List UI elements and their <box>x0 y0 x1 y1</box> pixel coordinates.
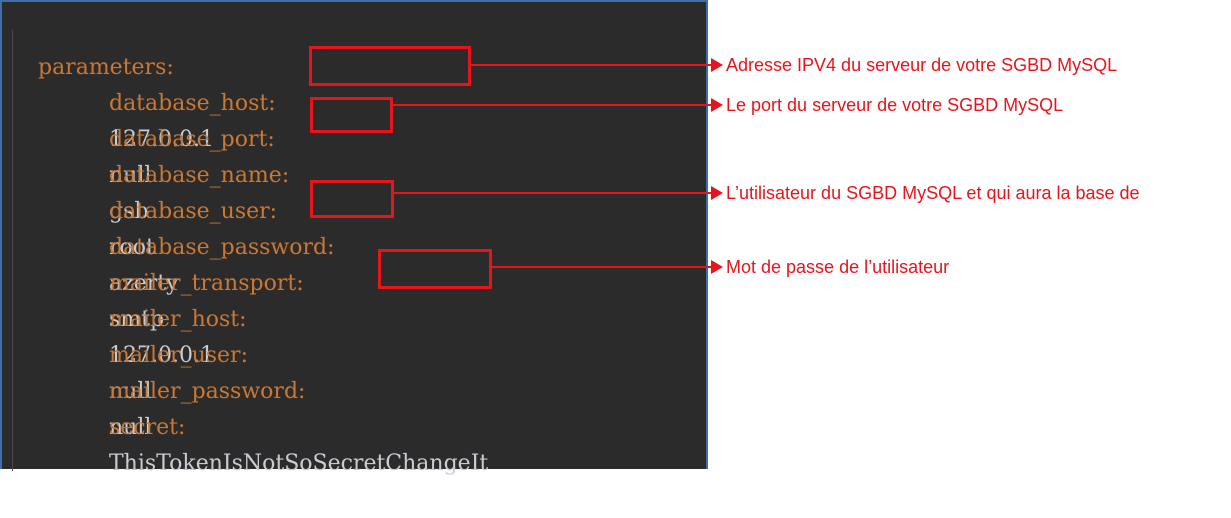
highlight-box-port <box>310 97 393 133</box>
arrow-right-icon <box>711 98 723 112</box>
annotation-password: Mot de passe de l’utilisateur <box>726 257 950 277</box>
code-line-database-user: database_user: root <box>81 158 277 260</box>
highlight-box-password <box>378 249 492 289</box>
code-line-secret: secret: ThisTokenIsNotSoSecretChangeIt <box>81 374 488 476</box>
callout-line-user <box>394 192 711 194</box>
arrow-right-icon <box>711 260 723 274</box>
annotation-host: Adresse IPV4 du serveur de votre SGBD My… <box>726 55 1118 75</box>
code-line-database-host: database_host: 127.0.0.1 <box>81 50 276 152</box>
annotation-port: Le port du serveur de votre SGBD MySQL <box>726 95 1064 115</box>
highlight-box-host <box>309 46 471 86</box>
code-line-database-name: database_name: gsb <box>81 122 289 224</box>
callout-line-password <box>492 266 711 268</box>
arrow-right-icon <box>711 186 723 200</box>
code-line-database-port: database_port: null <box>81 86 275 188</box>
code-line-mailer-host: mailer_host: 127.0.0.1 <box>81 266 247 368</box>
code-line-mailer-user: mailer_user: null <box>81 302 248 404</box>
code-line-database-password: database_password: azerty <box>81 194 335 296</box>
code-line-mailer-transport: mailer_transport: smtp <box>81 230 304 332</box>
arrow-right-icon <box>711 58 723 72</box>
callout-line-port <box>393 104 711 106</box>
yaml-key: secret: <box>108 415 186 440</box>
code-line-mailer-password: mailer_password: null <box>81 338 305 440</box>
highlight-box-user <box>310 180 394 218</box>
code-line-parameters: parameters: <box>10 14 174 80</box>
callout-line-host <box>471 64 711 66</box>
annotation-user: L’utilisateur du SGBD MySQL et qui aura … <box>726 183 1140 203</box>
yaml-value: ThisTokenIsNotSoSecretChangeIt <box>108 451 489 476</box>
